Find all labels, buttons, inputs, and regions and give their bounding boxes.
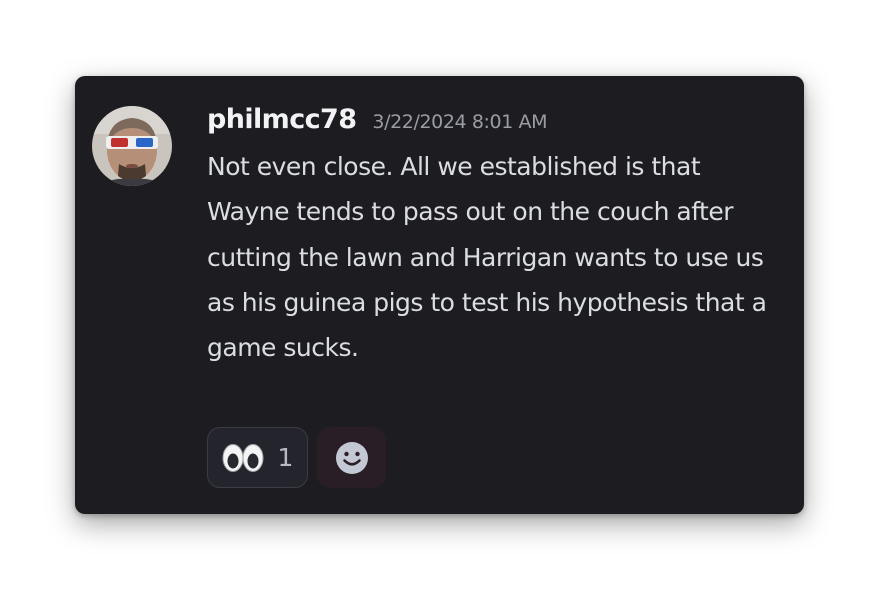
user-avatar[interactable] [92,106,172,186]
add-reaction-button[interactable] [317,427,386,488]
reactions-bar: 1 [207,427,386,488]
eyes-emoji-icon [222,443,264,472]
smiley-face-icon [335,441,368,474]
message-card: philmcc78 3/22/2024 8:01 AM Not even clo… [75,76,804,514]
username[interactable]: philmcc78 [207,104,357,135]
reaction-eyes-button[interactable]: 1 [207,427,308,488]
reaction-count: 1 [277,443,294,472]
message-header: philmcc78 3/22/2024 8:01 AM [207,104,548,135]
timestamp: 3/22/2024 8:01 AM [372,111,548,133]
avatar-image [92,106,172,186]
message-text: Not even close. All we established is th… [207,152,767,363]
